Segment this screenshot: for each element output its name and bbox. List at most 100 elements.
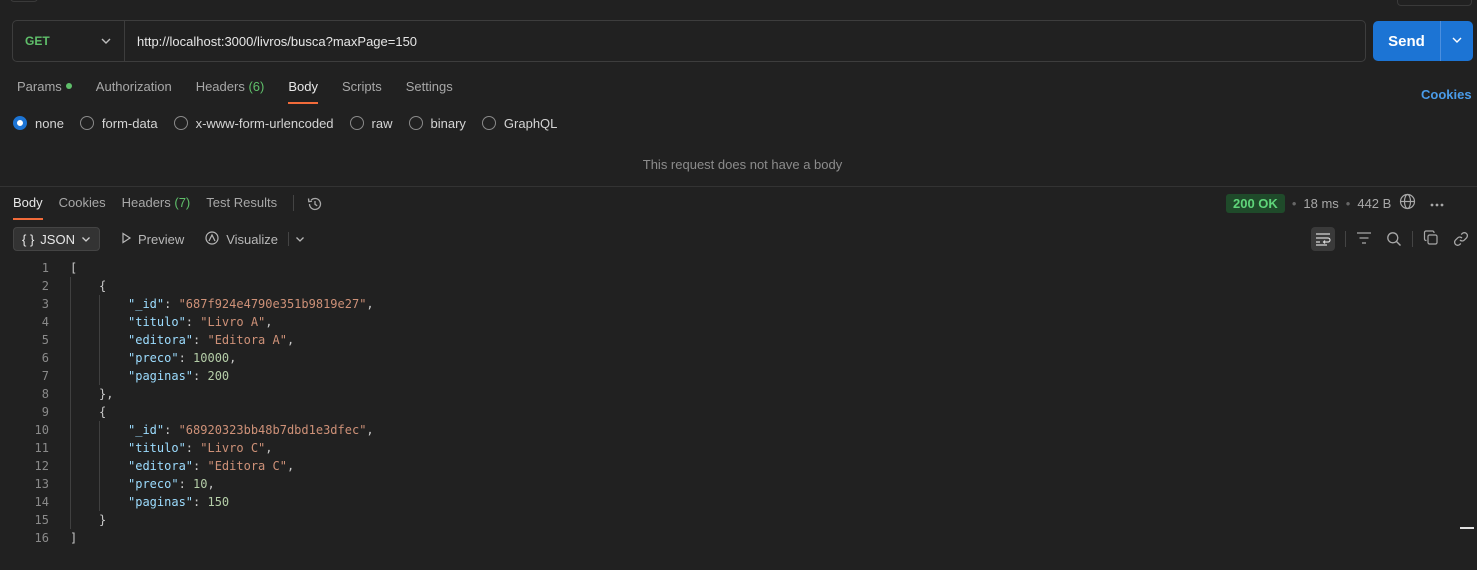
json-number: 10000	[193, 351, 230, 365]
visualize-label: Visualize	[226, 231, 279, 247]
code-line: 12 "editora": "Editora C",	[0, 457, 1477, 475]
wrap-lines-icon[interactable]	[1311, 227, 1335, 251]
json-number: 150	[207, 495, 230, 509]
code-line: 6 "preco": 10000,	[0, 349, 1477, 367]
format-select[interactable]: { } JSON	[13, 227, 100, 251]
tab-label: Scripts	[341, 79, 382, 94]
radio-graphql[interactable]: GraphQL	[481, 116, 557, 131]
radio-binary[interactable]: binary	[408, 115, 466, 131]
radio-label: form-data	[101, 115, 158, 131]
radio-button[interactable]	[408, 116, 423, 130]
json-number: 200	[207, 369, 230, 383]
response-tab-headers[interactable]: Headers (7)	[122, 194, 191, 220]
scrollbar-thumb[interactable]	[1460, 527, 1474, 529]
radio-label: none	[35, 115, 64, 131]
url-bar: GET	[12, 20, 1366, 62]
json-key: "titulo"	[128, 441, 186, 455]
tab-label: Test Results	[206, 195, 278, 210]
chevron-down-icon[interactable]	[295, 232, 305, 247]
cookies-link[interactable]: Cookies	[1421, 87, 1472, 102]
chevron-down-icon	[81, 232, 91, 247]
response-tab-cookies[interactable]: Cookies	[59, 194, 106, 220]
send-button[interactable]: Send	[1373, 21, 1440, 61]
code-line: 3 "_id": "687f924e4790e351b9819e27",	[0, 295, 1477, 313]
format-label: JSON	[40, 231, 75, 247]
filter-icon[interactable]	[1356, 231, 1372, 248]
radio-form-data[interactable]: form-data	[79, 115, 158, 131]
line-number: 6	[41, 351, 49, 365]
radio-label: raw	[371, 115, 393, 131]
json-key: "titulo"	[128, 315, 186, 329]
response-time[interactable]: 18 ms	[1303, 196, 1338, 211]
play-icon	[120, 231, 132, 247]
radio-x-www-form-urlencoded[interactable]: x-www-form-urlencoded	[173, 116, 334, 131]
response-meta: 200 OK • 18 ms • 442 B	[1226, 193, 1444, 213]
line-number: 15	[34, 513, 49, 527]
tab-label: Authorization	[95, 79, 172, 94]
globe-icon[interactable]	[1399, 193, 1416, 213]
radio-label: binary	[430, 115, 466, 131]
response-size[interactable]: 442 B	[1357, 196, 1391, 211]
code-line: 1[	[0, 259, 1477, 277]
response-actions	[1311, 226, 1469, 252]
response-tabs: Body Cookies Headers (7) Test Results	[13, 194, 324, 220]
line-number: 9	[41, 405, 49, 419]
body-type-radios: none form-data x-www-form-urlencoded raw…	[13, 114, 573, 132]
search-icon[interactable]	[1386, 231, 1402, 247]
response-toolbar: { } JSON Preview Visualize	[13, 227, 305, 251]
code-line: 5 "editora": "Editora A",	[0, 331, 1477, 349]
line-number: 1	[41, 261, 49, 275]
more-icon[interactable]	[1430, 196, 1444, 211]
tab-settings[interactable]: Settings	[406, 78, 453, 106]
json-punct: [	[70, 261, 78, 275]
radio-button[interactable]	[173, 116, 188, 130]
json-key: "paginas"	[128, 495, 194, 509]
radio-button[interactable]	[349, 116, 364, 130]
line-number: 5	[41, 333, 49, 347]
braces-icon: { }	[22, 231, 35, 247]
response-tab-test-results[interactable]: Test Results	[206, 194, 277, 220]
history-icon[interactable]	[306, 195, 324, 216]
tab-authorization[interactable]: Authorization	[96, 78, 172, 106]
json-key: "paginas"	[128, 369, 194, 383]
status-badge[interactable]: 200 OK	[1226, 193, 1285, 213]
tab-body[interactable]: Body	[288, 78, 318, 106]
toolbar-separator	[288, 232, 290, 246]
meta-separator: •	[1291, 195, 1297, 211]
tab-label: Body	[288, 79, 318, 94]
tab-params[interactable]: Params	[17, 78, 72, 106]
radio-none[interactable]: none	[13, 116, 64, 131]
response-body-viewer[interactable]: 1[ 2{ 3 "_id": "687f924e4790e351b9819e27"…	[0, 259, 1477, 547]
visualize-icon	[204, 230, 220, 249]
copy-icon[interactable]	[1423, 229, 1439, 249]
url-input[interactable]	[125, 21, 1365, 61]
tab-count: (6)	[248, 79, 265, 94]
code-line: 10 "_id": "68920323bb48b7dbd1e3dfec",	[0, 421, 1477, 439]
code-line: 7 "paginas": 200	[0, 367, 1477, 385]
response-tab-body[interactable]: Body	[13, 194, 43, 220]
visualize-button[interactable]: Visualize	[204, 230, 278, 249]
tab-separator	[293, 195, 295, 211]
radio-button[interactable]	[13, 116, 27, 130]
method-select[interactable]: GET	[13, 21, 125, 61]
link-icon[interactable]	[1453, 231, 1469, 247]
top-right-stub	[1397, 0, 1472, 6]
tab-headers[interactable]: Headers (6)	[196, 78, 265, 106]
request-tabs: Params Authorization Headers (6) Body Sc…	[17, 78, 477, 106]
json-punct: },	[99, 387, 114, 401]
send-options-button[interactable]	[1440, 21, 1473, 61]
json-punct: {	[99, 405, 107, 419]
json-punct: {	[99, 279, 107, 293]
preview-label: Preview	[137, 231, 185, 247]
tab-scripts[interactable]: Scripts	[342, 78, 382, 106]
code-line: 14 "paginas": 150	[0, 493, 1477, 511]
radio-raw[interactable]: raw	[349, 115, 393, 131]
actions-separator	[1412, 231, 1413, 247]
code-line: 16]	[0, 529, 1477, 547]
preview-button[interactable]: Preview	[120, 232, 184, 247]
panel-divider[interactable]	[0, 186, 1477, 187]
line-number: 10	[34, 423, 49, 437]
line-number: 11	[34, 441, 49, 455]
radio-button[interactable]	[481, 116, 496, 130]
radio-button[interactable]	[79, 116, 94, 130]
